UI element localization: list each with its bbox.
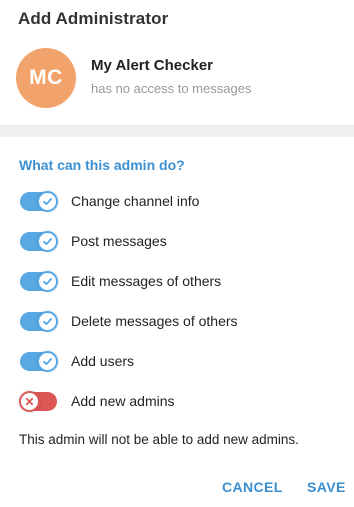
dialog-title: Add Administrator (18, 9, 169, 28)
avatar: MC (16, 48, 76, 108)
check-icon (43, 318, 52, 326)
toggle-edit-messages-of-others[interactable] (20, 271, 58, 292)
permission-change-channel-info[interactable]: Change channel info (18, 190, 338, 214)
user-status: has no access to messages (91, 81, 252, 96)
toggle-knob (37, 311, 58, 332)
user-info: MC My Alert Checker has no access to mes… (16, 48, 346, 110)
toggle-post-messages[interactable] (20, 231, 58, 252)
permission-add-new-admins[interactable]: Add new admins (18, 390, 338, 414)
permissions-section-title: What can this admin do? (19, 157, 185, 173)
toggle-knob (37, 231, 58, 252)
user-name: My Alert Checker (91, 57, 213, 74)
check-icon (43, 358, 52, 366)
toggle-add-new-admins[interactable] (19, 391, 57, 412)
permission-label: Add users (71, 353, 135, 369)
check-icon (43, 238, 52, 246)
section-separator (0, 125, 354, 137)
permission-delete-messages-of-others[interactable]: Delete messages of others (18, 310, 338, 334)
toggle-knob (37, 271, 58, 292)
toggle-knob (37, 191, 58, 212)
toggle-add-users[interactable] (20, 351, 58, 372)
permission-label: Change channel info (71, 193, 200, 209)
permission-add-users[interactable]: Add users (18, 350, 338, 374)
check-icon (43, 278, 52, 286)
permission-label: Post messages (71, 233, 167, 249)
permission-label: Add new admins (71, 393, 175, 409)
add-administrator-dialog: Add Administrator MC My Alert Checker ha… (0, 0, 354, 507)
permission-label: Delete messages of others (71, 313, 238, 329)
cancel-button[interactable]: CANCEL (222, 479, 283, 495)
permission-label: Edit messages of others (71, 273, 222, 289)
check-icon (43, 198, 52, 206)
x-icon (25, 397, 34, 406)
save-button[interactable]: SAVE (307, 479, 346, 495)
permission-edit-messages-of-others[interactable]: Edit messages of others (18, 270, 338, 294)
toggle-delete-messages-of-others[interactable] (20, 311, 58, 332)
permission-post-messages[interactable]: Post messages (18, 230, 338, 254)
toggle-knob (19, 391, 40, 412)
toggle-change-channel-info[interactable] (20, 191, 58, 212)
permission-note: This admin will not be able to add new a… (19, 432, 299, 447)
toggle-knob (37, 351, 58, 372)
